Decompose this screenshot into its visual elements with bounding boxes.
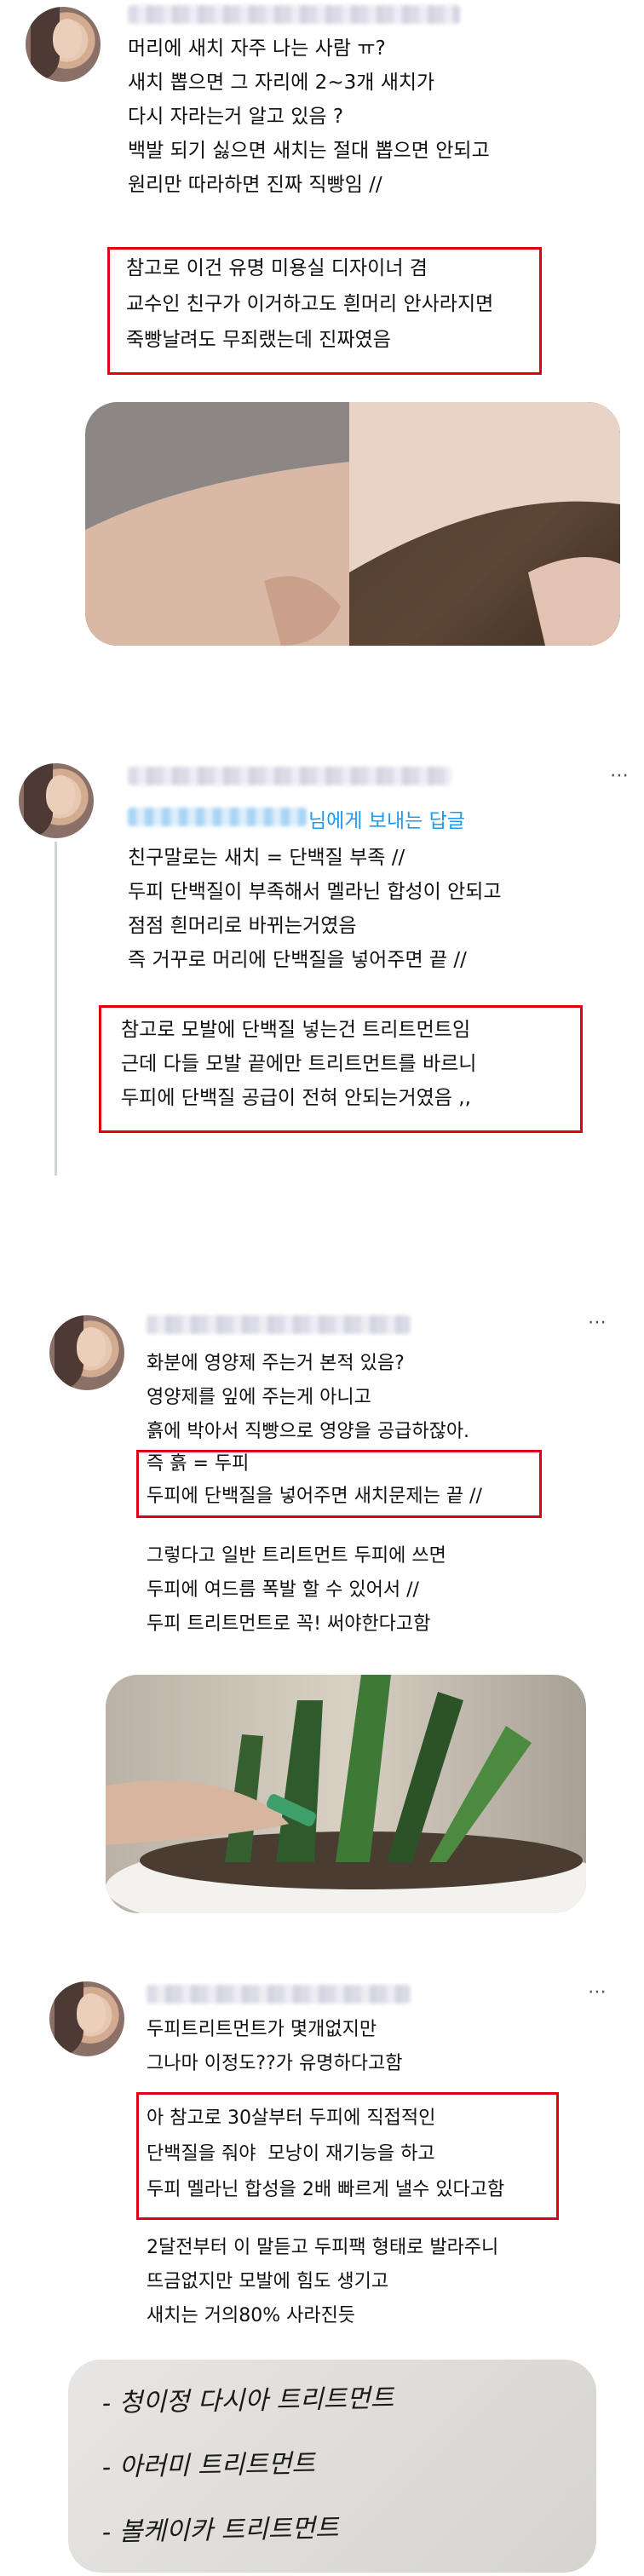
post-image-plant[interactable] [106, 1675, 586, 1913]
post-3-line-1: 화분에 영양제 주는거 본적 있음? [147, 1353, 405, 1374]
post-3-after-line-1: 그렇다고 일반 트리트먼트 두피에 쓰면 [147, 1545, 446, 1567]
post-4-boxed-line-3: 두피 멜라닌 합성을 2배 빠르게 낼수 있다고함 [147, 2179, 505, 2200]
post-2-line-3: 점점 흰머리로 바뀌는거였음 [128, 915, 357, 937]
post-2-boxed-line-1: 참고로 모발에 단백질 넣는건 트리트먼트임 [121, 1019, 471, 1041]
plant-pot-image [106, 1675, 586, 1913]
avatar[interactable] [26, 7, 101, 82]
more-options-icon[interactable]: ⋯ [610, 765, 630, 786]
post-3-boxed-line-1: 즉 흙 = 두피 [147, 1453, 250, 1475]
post-4-boxed-line-2: 단백질을 줘야 모낭이 재기능을 하고 [147, 2143, 435, 2165]
post-1-boxed-line-1: 참고로 이건 유명 미용실 디자이너 겸 [126, 257, 428, 279]
post-4-boxed-line-1: 아 참고로 30살부터 두피에 직접적인 [147, 2107, 436, 2129]
post-4-after-line-3: 새치는 거의80% 사라진듯 [147, 2305, 356, 2326]
note-line-1: - 청이정 다시아 트리트먼트 [101, 2383, 394, 2418]
post-1-line-2: 새치 뽑으면 그 자리에 2~3개 새치가 [128, 72, 435, 94]
handwritten-note-image[interactable]: - 청이정 다시아 트리트먼트 - 아러미 트리트먼트 - 볼케이카 트리트먼트 [68, 2360, 596, 2573]
reply-to-label[interactable]: 님에게 보내는 답글 [308, 804, 465, 833]
post-2-boxed-line-2: 근데 다들 모발 끝에만 트리트먼트를 바르니 [121, 1053, 477, 1075]
blurred-username[interactable] [147, 1315, 411, 1334]
post-4-after-line-2: 뜨금없지만 모발에 힘도 생기고 [147, 2271, 389, 2292]
post-2-line-1: 친구말로는 새치 = 단백질 부족 // [128, 847, 405, 869]
avatar[interactable] [19, 763, 94, 838]
post-1-boxed-line-2: 교수인 친구가 이거하고도 흰머리 안사라지면 [126, 293, 494, 315]
post-4-after-line-1: 2달전부터 이 말듣고 두피팩 형태로 발라주니 [147, 2237, 499, 2258]
post-image-hair-comparison[interactable] [85, 402, 620, 646]
more-options-icon[interactable]: ⋯ [588, 1981, 608, 2003]
blurred-username[interactable] [147, 1985, 411, 2004]
avatar[interactable] [49, 1981, 124, 2056]
post-1-boxed-line-3: 죽빵날려도 무죄랬는데 진짜였음 [126, 329, 391, 351]
post-1-line-3: 다시 자라는거 알고 있음 ? [128, 106, 344, 128]
post-2-line-4: 즉 거꾸로 머리에 단백질을 넣어주면 끝 // [128, 949, 467, 971]
post-2-boxed-line-3: 두피에 단백질 공급이 전혀 안되는거였음 ,, [121, 1087, 471, 1109]
post-3-after-line-3: 두피 트리트먼트로 꼭! 써야한다고함 [147, 1613, 431, 1635]
blurred-reply-handle[interactable] [128, 808, 307, 826]
note-line-2: - 아러미 트리트먼트 [101, 2448, 316, 2483]
hair-comparison-image [85, 402, 620, 646]
avatar[interactable] [49, 1315, 124, 1390]
post-1-line-4: 백발 되기 싫으면 새치는 절대 뽑으면 안되고 [128, 140, 490, 162]
blurred-username[interactable] [128, 767, 451, 785]
post-3-after-line-2: 두피에 여드름 폭발 할 수 있어서 // [147, 1579, 419, 1601]
post-3-boxed-line-2: 두피에 단백질을 넣어주면 새치문제는 끝 // [147, 1486, 482, 1507]
post-3-line-2: 영양제를 잎에 주는게 아니고 [147, 1387, 371, 1408]
post-1-line-1: 머리에 새치 자주 나는 사람 ㅠ? [128, 37, 386, 60]
post-4-line-1: 두피트리트먼트가 몇개없지만 [147, 2019, 377, 2040]
post-2-line-2: 두피 단백질이 부족해서 멜라닌 합성이 안되고 [128, 881, 502, 903]
post-4-line-2: 그나마 이정도??가 유명하다고함 [147, 2053, 403, 2074]
post-3-line-3: 흙에 박아서 직빵으로 영양을 공급하잖아. [147, 1421, 470, 1442]
note-line-3: - 볼케이카 트리트먼트 [101, 2513, 339, 2548]
blurred-username[interactable] [128, 5, 460, 24]
post-1-line-5: 원리만 따라하면 진짜 직빵임 // [128, 174, 382, 196]
more-options-icon[interactable]: ⋯ [588, 1312, 608, 1333]
thread-line [55, 842, 57, 1176]
